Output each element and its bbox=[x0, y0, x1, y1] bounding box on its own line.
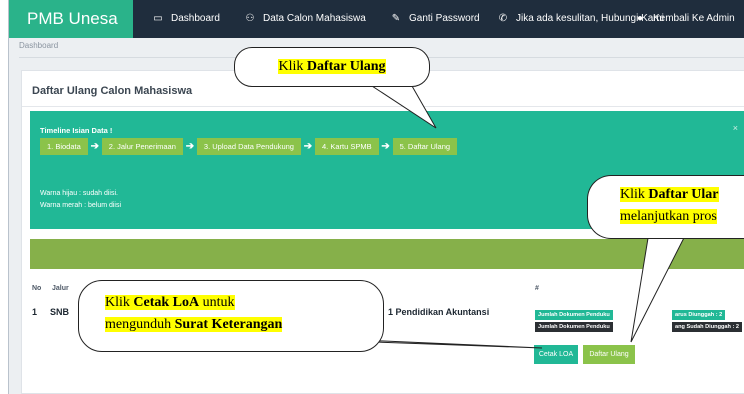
callout-3-pre: Klik bbox=[105, 295, 134, 310]
page-title: Daftar Ulang Calon Mahasiswa bbox=[32, 85, 193, 97]
brand-logo[interactable]: PMB Unesa bbox=[9, 0, 133, 38]
doc-count-badge-required-tail: arus Diunggah : 2 bbox=[672, 310, 726, 320]
callout-2-line2: melanjutkan pros bbox=[620, 209, 717, 224]
callout-3-line2-bold: Surat Keterangan bbox=[174, 317, 283, 332]
callout-3-line2-pre: mengunduh bbox=[105, 317, 175, 332]
step-kartu-spmb[interactable]: 4. Kartu SPMB bbox=[314, 138, 379, 155]
callout-2-pre: Klik bbox=[620, 187, 649, 202]
breadcrumb[interactable]: Dashboard bbox=[19, 41, 58, 50]
monitor-icon: ▭ bbox=[153, 13, 163, 24]
doc-count-badge-uploaded-tail: ang Sudah Diunggah : 2 bbox=[672, 322, 743, 332]
users-icon: ⚇ bbox=[245, 13, 255, 24]
callout-3-bold: Cetak LoA bbox=[133, 295, 200, 310]
col-header-jalur: Jalur bbox=[52, 285, 69, 292]
timeline-steps: 1. Biodata ➔ 2. Jalur Penerimaan ➔ 3. Up… bbox=[40, 138, 458, 155]
doc-badge-2b-text: ang Sudah Diunggah : 2 bbox=[675, 324, 740, 330]
step-daftar-ulang[interactable]: 5. Daftar Ulang bbox=[392, 138, 458, 155]
nav-kembali-label: Kembali Ke Admin bbox=[653, 13, 735, 24]
timeline-title: Timeline Isian Data ! bbox=[40, 126, 113, 135]
step-jalur-penerimaan[interactable]: 2. Jalur Penerimaan bbox=[101, 138, 183, 155]
nav-dashboard[interactable]: ▭ Dashboard bbox=[151, 0, 220, 38]
arrow-right-icon: ➔ bbox=[185, 141, 195, 152]
step-biodata[interactable]: 1. Biodata bbox=[40, 138, 88, 155]
callout-2-bold: Daftar Ular bbox=[648, 187, 719, 202]
row-no: 1 bbox=[32, 307, 38, 317]
callout-1-pre: Klik bbox=[278, 59, 307, 74]
callout-3-post: untuk bbox=[199, 295, 235, 310]
col-header-no: No bbox=[32, 285, 42, 292]
doc-count-badge-required: Jumlah Dokumen Penduku bbox=[535, 310, 613, 320]
status-bar bbox=[30, 239, 744, 269]
user-icon: ● bbox=[636, 13, 644, 24]
nav-ganti-password[interactable]: ✎ Ganti Password bbox=[389, 0, 480, 38]
callout-daftar-ulang-button: Klik Daftar Ular melanjutkan pros bbox=[587, 175, 744, 239]
card-divider bbox=[22, 106, 744, 107]
nav-data-calon-label: Data Calon Mahasiswa bbox=[263, 13, 366, 24]
nav-kembali-admin[interactable]: ● Kembali Ke Admin bbox=[633, 0, 735, 38]
row-prodi: 1 Pendidikan Akuntansi bbox=[388, 307, 490, 317]
pencil-icon: ✎ bbox=[391, 13, 401, 24]
arrow-right-icon: ➔ bbox=[303, 141, 313, 152]
row-jalur: SNB bbox=[50, 307, 70, 317]
step-upload-data[interactable]: 3. Upload Data Pendukung bbox=[196, 138, 301, 155]
callout-cetak-loa: Klik Cetak LoA untuk mengunduh Surat Ket… bbox=[78, 280, 384, 352]
callout-1-text: Klik Daftar Ulang bbox=[278, 59, 386, 74]
col-header-actions: # bbox=[535, 285, 539, 292]
nav-ganti-password-label: Ganti Password bbox=[409, 13, 480, 24]
doc-badge-1b-text: arus Diunggah : 2 bbox=[675, 312, 723, 318]
close-icon[interactable]: × bbox=[733, 123, 738, 133]
top-navbar: PMB Unesa ▭ Dashboard ⚇ Data Calon Mahas… bbox=[9, 0, 744, 38]
daftar-ulang-button[interactable]: Daftar Ulang bbox=[583, 345, 635, 364]
callout-1-bold: Daftar Ulang bbox=[306, 59, 386, 74]
callout-daftar-ulang-step: Klik Daftar Ulang bbox=[234, 47, 430, 87]
phone-icon: ✆ bbox=[498, 13, 508, 24]
nav-dashboard-label: Dashboard bbox=[171, 13, 220, 24]
legend-green: Warna hijau : sudah diisi. bbox=[40, 190, 118, 197]
arrow-right-icon: ➔ bbox=[381, 141, 390, 152]
arrow-right-icon: ➔ bbox=[90, 141, 99, 152]
doc-count-badge-uploaded: Jumlah Dokumen Penduku bbox=[535, 322, 613, 332]
doc-badge-1-text: Jumlah Dokumen Penduku bbox=[538, 312, 610, 318]
cetak-loa-button[interactable]: Cetak LOA bbox=[534, 345, 578, 364]
doc-badge-2-text: Jumlah Dokumen Penduku bbox=[538, 324, 610, 330]
nav-data-calon-mahasiswa[interactable]: ⚇ Data Calon Mahasiswa bbox=[243, 0, 366, 38]
legend-red: Warna merah : belum diisi bbox=[40, 202, 122, 209]
